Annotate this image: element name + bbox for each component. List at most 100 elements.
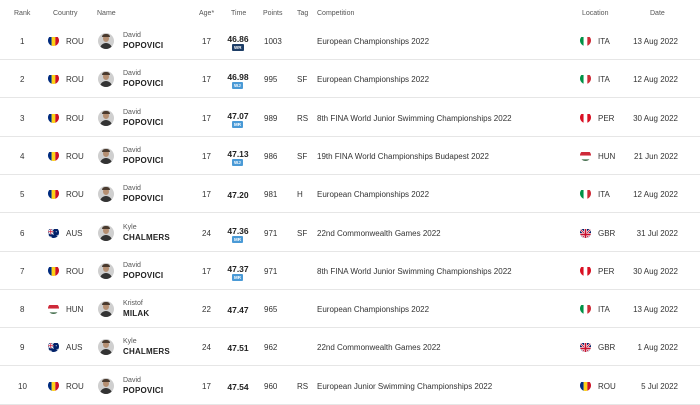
date-cell: 5 Jul 2022 (641, 382, 678, 391)
athlete-last-name[interactable]: MILAK (123, 309, 149, 318)
competition-cell[interactable]: 22nd Commonwealth Games 2022 (317, 229, 441, 238)
athlete-last-name[interactable]: POPOVICI (123, 271, 163, 280)
points-header[interactable]: Points (263, 10, 282, 17)
athlete-first-name[interactable]: David (123, 262, 141, 269)
competition-cell[interactable]: 19th FINA World Championships Budapest 2… (317, 152, 489, 161)
time-cell[interactable]: 47.13 (226, 149, 250, 159)
name-header[interactable]: Name (97, 10, 116, 17)
table-row[interactable]: 8 HUN Kristof MILAK 22 47.47 965 European Champ… (0, 290, 700, 328)
points-cell: 981 (264, 190, 278, 199)
rank-cell: 9 (20, 343, 25, 352)
age-cell: 22 (202, 305, 211, 314)
competition-cell[interactable]: European Championships 2022 (317, 75, 429, 84)
age-cell: 17 (202, 267, 211, 276)
country-cell: AUS (66, 343, 83, 352)
athlete-first-name[interactable]: David (123, 32, 141, 39)
time-cell[interactable]: 47.07 (226, 111, 250, 121)
athlete-first-name[interactable]: Kyle (123, 338, 137, 345)
table-row[interactable]: 1 ROU David POPOVICI 17 46.86 WR 1003 European C… (0, 22, 700, 60)
points-cell: 986 (264, 152, 278, 161)
athlete-last-name[interactable]: POPOVICI (123, 118, 163, 127)
location-cell: ITA (598, 190, 610, 199)
athlete-last-name[interactable]: POPOVICI (123, 386, 163, 395)
date-header[interactable]: Date (650, 10, 665, 17)
points-cell: 965 (264, 305, 278, 314)
time-header[interactable]: Time (231, 10, 246, 17)
location-cell: GBR (598, 343, 616, 352)
table-row[interactable]: 4 ROU David POPOVICI 17 47.13 WJ 986 SF 19th FINA… (0, 137, 700, 175)
country-header[interactable]: Country (53, 10, 78, 17)
country-cell: ROU (66, 382, 84, 391)
athlete-first-name[interactable]: David (123, 147, 141, 154)
age-header[interactable]: Age* (199, 10, 214, 17)
table-row[interactable]: 5 ROU David POPOVICI 17 47.20 981 H European Cha… (0, 175, 700, 213)
athlete-avatar[interactable] (98, 186, 114, 202)
competition-cell[interactable]: European Championships 2022 (317, 190, 429, 199)
points-cell: 960 (264, 382, 278, 391)
athlete-last-name[interactable]: CHALMERS (123, 233, 170, 242)
athlete-last-name[interactable]: POPOVICI (123, 79, 163, 88)
date-cell: 30 Aug 2022 (633, 267, 678, 276)
table-row[interactable]: 6 AUS Kyle CHALMERS 24 47.36 MR 971 SF 22nd Commo… (0, 214, 700, 252)
athlete-last-name[interactable]: CHALMERS (123, 347, 170, 356)
athlete-avatar[interactable] (98, 301, 114, 317)
table-row[interactable]: 2 ROU David POPOVICI 17 46.98 WJ 995 SF European … (0, 60, 700, 98)
location-cell: HUN (598, 152, 616, 161)
romania-flag-icon (48, 265, 59, 276)
athlete-avatar[interactable] (98, 33, 114, 49)
athlete-first-name[interactable]: Kyle (123, 224, 137, 231)
country-cell: ROU (66, 75, 84, 84)
age-cell: 24 (202, 343, 211, 352)
rank-header[interactable]: Rank (14, 10, 30, 17)
athlete-avatar[interactable] (98, 148, 114, 164)
athlete-last-name[interactable]: POPOVICI (123, 156, 163, 165)
tag-header[interactable]: Tag (297, 10, 308, 17)
competition-cell[interactable]: 8th FINA World Junior Swimming Champions… (317, 267, 512, 276)
athlete-first-name[interactable]: David (123, 70, 141, 77)
hungary-flag-icon (580, 150, 591, 161)
competition-cell[interactable]: 8th FINA World Junior Swimming Champions… (317, 114, 512, 123)
time-cell[interactable]: 47.54 (226, 382, 250, 392)
athlete-avatar[interactable] (98, 110, 114, 126)
competition-header[interactable]: Competition (317, 10, 354, 17)
athlete-avatar[interactable] (98, 263, 114, 279)
time-cell[interactable]: 47.20 (226, 190, 250, 200)
competition-cell[interactable]: European Junior Swimming Championships 2… (317, 382, 492, 391)
australia-flag-icon (48, 341, 59, 352)
uk-flag-icon (580, 227, 591, 238)
athlete-last-name[interactable]: POPOVICI (123, 41, 163, 50)
rank-cell: 7 (20, 267, 25, 276)
athlete-avatar[interactable] (98, 225, 114, 241)
athlete-avatar[interactable] (98, 339, 114, 355)
athlete-last-name[interactable]: POPOVICI (123, 194, 163, 203)
competition-cell[interactable]: European Championships 2022 (317, 305, 429, 314)
location-header[interactable]: Location (582, 10, 608, 17)
competition-cell[interactable]: European Championships 2022 (317, 37, 429, 46)
time-cell[interactable]: 46.86 (226, 34, 250, 44)
country-cell: ROU (66, 37, 84, 46)
time-cell[interactable]: 47.37 (226, 264, 250, 274)
time-cell[interactable]: 47.51 (226, 343, 250, 353)
tag-cell: H (297, 190, 303, 199)
location-cell: PER (598, 114, 615, 123)
age-cell: 17 (202, 114, 211, 123)
time-cell[interactable]: 47.47 (226, 305, 250, 315)
date-cell: 12 Aug 2022 (633, 75, 678, 84)
record-badge: MR (232, 274, 243, 281)
athlete-first-name[interactable]: Kristof (123, 300, 143, 307)
athlete-avatar[interactable] (98, 71, 114, 87)
athlete-first-name[interactable]: David (123, 109, 141, 116)
table-row[interactable]: 10 ROU David POPOVICI 17 47.54 960 RS European J… (0, 367, 700, 405)
time-cell[interactable]: 46.98 (226, 72, 250, 82)
competition-cell[interactable]: 22nd Commonwealth Games 2022 (317, 343, 441, 352)
country-cell: ROU (66, 190, 84, 199)
date-cell: 12 Aug 2022 (633, 190, 678, 199)
athlete-first-name[interactable]: David (123, 377, 141, 384)
athlete-avatar[interactable] (98, 378, 114, 394)
athlete-first-name[interactable]: David (123, 185, 141, 192)
time-cell[interactable]: 47.36 (226, 226, 250, 236)
age-cell: 17 (202, 37, 211, 46)
table-row[interactable]: 7 ROU David POPOVICI 17 47.37 MR 971 8th FINA Wo… (0, 252, 700, 290)
table-row[interactable]: 9 AUS Kyle CHALMERS 24 47.51 962 22nd Commonwea… (0, 328, 700, 366)
table-row[interactable]: 3 ROU David POPOVICI 17 47.07 MR 989 RS 8th FINA … (0, 99, 700, 137)
